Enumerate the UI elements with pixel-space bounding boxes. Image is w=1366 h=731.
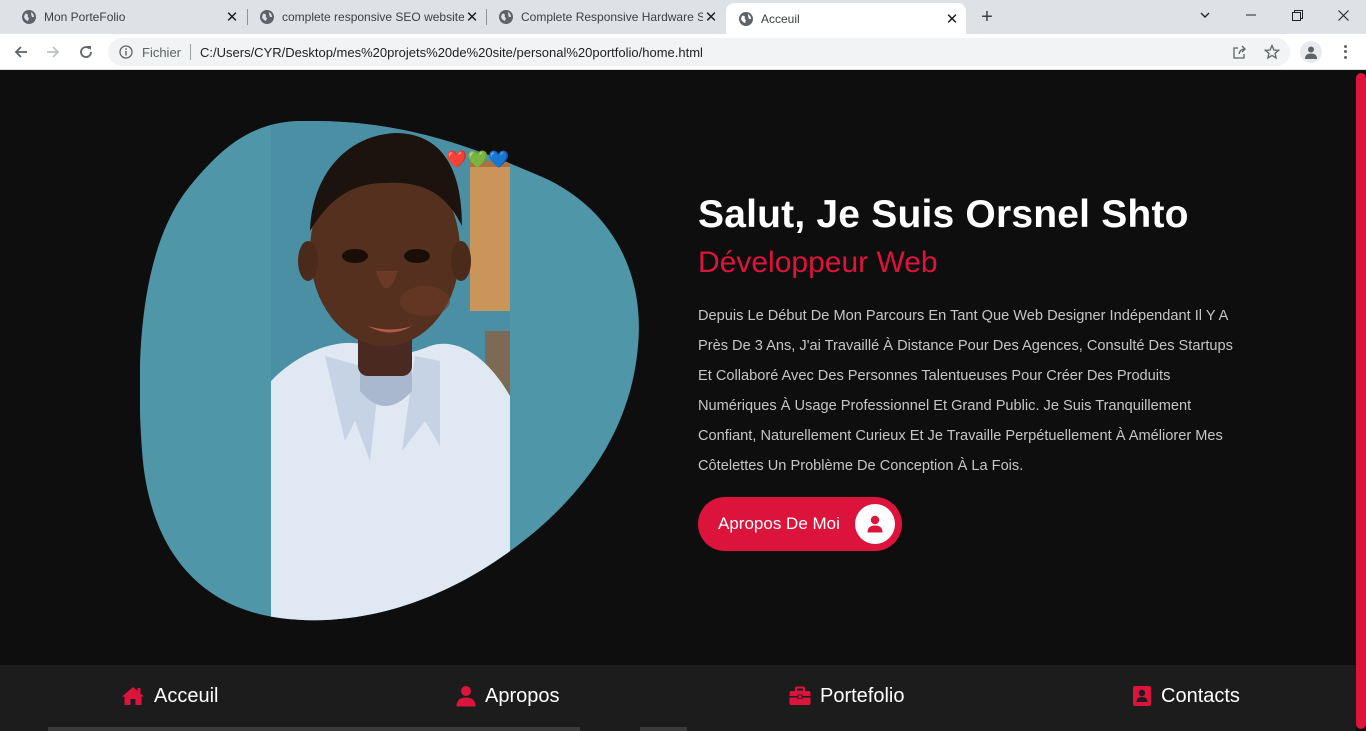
globe-icon (22, 10, 36, 24)
horizontal-scroll-track (0, 727, 1356, 731)
arrow-right-icon (47, 46, 60, 58)
close-window-button[interactable] (1320, 0, 1366, 30)
back-button[interactable] (9, 40, 33, 64)
bookmark-button[interactable] (1260, 38, 1284, 66)
hero-title: Salut, Je Suis Orsnel Shto (698, 193, 1189, 236)
tab-strip: Mon PorteFolio ✕ complete responsive SEO… (0, 0, 1366, 34)
protocol-label: Fichier (142, 44, 182, 60)
forward-button[interactable] (41, 40, 65, 64)
person-photo (271, 121, 510, 621)
close-icon[interactable]: ✕ (703, 9, 719, 26)
profile-button[interactable] (1300, 41, 1322, 63)
hero-description: Depuis Le Début De Mon Parcours En Tant … (698, 308, 1233, 474)
user-icon (456, 686, 476, 707)
close-icon[interactable]: ✕ (944, 11, 960, 28)
hero-intro: Salut, Je Suis Orsnel Shto Développeur W… (698, 191, 1238, 481)
about-me-button[interactable]: Apropos De Moi (698, 497, 902, 551)
globe-icon (499, 10, 513, 24)
about-me-button-label: Apropos De Moi (718, 514, 840, 533)
reload-icon (80, 46, 92, 58)
restore-icon (1291, 9, 1303, 21)
briefcase-icon (789, 686, 811, 705)
browser-tab[interactable]: complete responsive SEO website ✕ (238, 0, 486, 34)
browser-menu-button[interactable] (1336, 42, 1354, 62)
nav-item-about-label: Apropos (485, 684, 560, 707)
heart-emoji: ❤️💚💙 (446, 150, 510, 170)
minimize-button[interactable] (1228, 0, 1274, 30)
portfolio-home-page: ❤️💚💙 Salut, Je Suis Orsnel Shto Développ… (0, 71, 1356, 731)
restore-button[interactable] (1274, 0, 1320, 30)
hero-subtitle: Développeur Web (698, 246, 938, 279)
home-icon (122, 687, 144, 705)
info-icon[interactable] (119, 45, 133, 59)
nav-item-portfolio-label: Portefolio (820, 684, 905, 707)
tab-title: Mon PorteFolio (44, 10, 126, 24)
page-scrollbar[interactable] (1356, 71, 1366, 731)
new-tab-button[interactable]: + (976, 6, 998, 28)
nav-item-home[interactable]: Acceuil (121, 665, 218, 727)
globe-icon (260, 10, 274, 24)
browser-tab-active[interactable]: Acceuil ✕ (726, 3, 966, 34)
minimize-icon (1246, 14, 1256, 16)
bottom-navigation: Acceuil Apropos Portefolio Contacts (0, 665, 1356, 731)
scrollbar-thumb[interactable] (1356, 73, 1366, 729)
scroll-segment (640, 727, 687, 731)
arrow-left-icon (14, 46, 27, 58)
browser-toolbar: Fichier C:/Users/CYR/Desktop/mes%20proje… (0, 34, 1366, 70)
tab-title: complete responsive SEO website (282, 10, 464, 24)
close-icon (1337, 9, 1349, 21)
browser-tab[interactable]: Complete Responsive Hardware Store ✕ (477, 0, 725, 34)
tab-title: Complete Responsive Hardware Store (521, 10, 703, 24)
url-text[interactable]: C:/Users/CYR/Desktop/mes%20projets%20de%… (200, 45, 703, 60)
star-icon (1264, 44, 1280, 60)
tab-title: Acceuil (761, 11, 800, 26)
address-bar[interactable]: Fichier C:/Users/CYR/Desktop/mes%20proje… (108, 38, 1290, 66)
browser-tab[interactable]: Mon PorteFolio ✕ (0, 0, 246, 34)
share-icon (1232, 45, 1246, 59)
address-divider (190, 44, 192, 60)
nav-item-portfolio[interactable]: Portefolio (789, 665, 905, 727)
chevron-down-icon (1200, 12, 1210, 18)
user-icon (855, 504, 895, 544)
nav-item-contacts-label: Contacts (1161, 684, 1240, 707)
reload-button[interactable] (74, 40, 98, 64)
address-card-icon (1133, 686, 1151, 706)
tab-search-button[interactable] (1182, 0, 1228, 30)
nav-item-contacts[interactable]: Contacts (1132, 665, 1240, 727)
profile-icon (1305, 46, 1317, 59)
nav-item-about[interactable]: Apropos (456, 665, 560, 727)
globe-icon (739, 11, 753, 26)
share-button[interactable] (1227, 38, 1251, 66)
nav-item-home-label: Acceuil (154, 684, 219, 707)
profile-photo: ❤️💚💙 (140, 121, 639, 621)
scroll-segment (48, 727, 580, 731)
